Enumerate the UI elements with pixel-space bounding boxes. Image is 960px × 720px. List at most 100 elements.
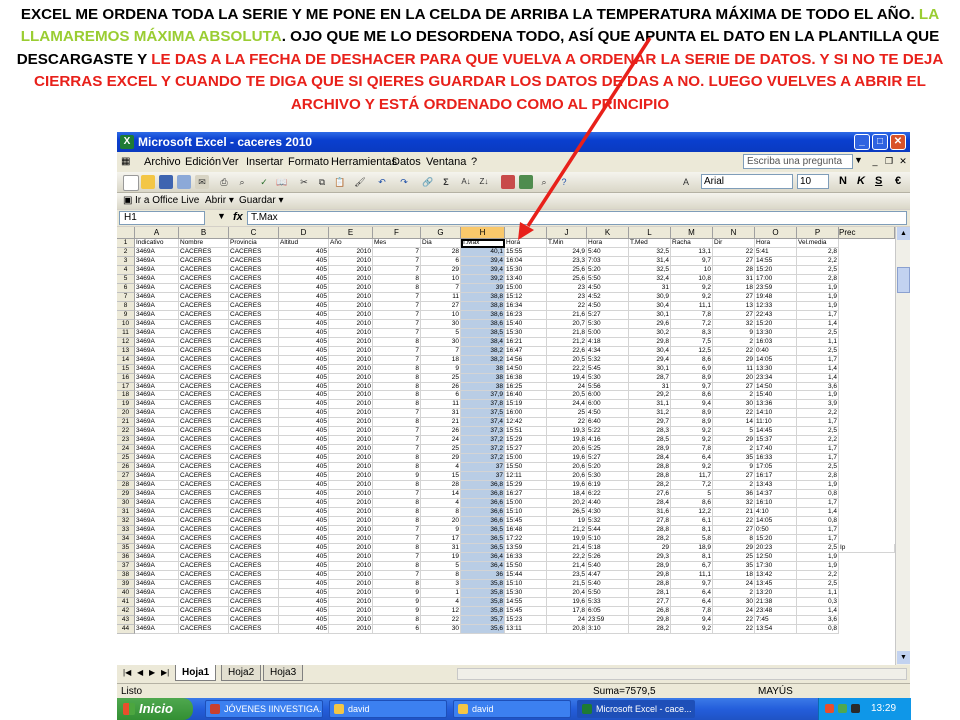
- cell[interactable]: 11,1: [671, 570, 713, 580]
- row-header[interactable]: 33: [117, 526, 135, 535]
- cell[interactable]: 21: [421, 418, 461, 428]
- formula-input[interactable]: T.Max: [247, 211, 907, 225]
- cell[interactable]: 3: [421, 579, 461, 589]
- cell[interactable]: 7: [373, 427, 421, 437]
- cell[interactable]: 35: [713, 454, 755, 464]
- row-header[interactable]: 23: [117, 436, 135, 446]
- cell[interactable]: 3469A: [135, 283, 179, 293]
- print-preview-icon[interactable]: ⌕: [235, 175, 249, 189]
- cell[interactable]: 28,8: [629, 526, 671, 535]
- cell[interactable]: 13:40: [505, 274, 547, 284]
- cell[interactable]: 2010: [329, 499, 373, 509]
- cell[interactable]: 16:34: [505, 301, 547, 311]
- cell[interactable]: CÁCERES: [179, 274, 229, 284]
- cell[interactable]: 3469A: [135, 391, 179, 401]
- cell[interactable]: CÁCERES: [179, 535, 229, 544]
- cell[interactable]: 405: [279, 481, 329, 491]
- cell[interactable]: 15:20: [755, 535, 797, 544]
- cell[interactable]: 8: [373, 391, 421, 401]
- cell[interactable]: 24,9: [547, 247, 587, 257]
- cell[interactable]: 19,9: [547, 535, 587, 544]
- row-header[interactable]: 3: [117, 256, 135, 266]
- bold-button[interactable]: N: [839, 175, 847, 187]
- column-header-i[interactable]: I: [505, 227, 547, 239]
- column-header-n[interactable]: N: [713, 227, 755, 239]
- cell[interactable]: 30,1: [629, 364, 671, 374]
- cell[interactable]: CÁCERES: [179, 436, 229, 446]
- cell[interactable]: 36,6: [461, 508, 505, 518]
- row-header[interactable]: 40: [117, 588, 135, 598]
- cell[interactable]: 15:50: [505, 463, 547, 473]
- cell[interactable]: 36,8: [461, 481, 505, 491]
- email-icon[interactable]: ✉: [195, 175, 209, 189]
- cell[interactable]: 8: [713, 535, 755, 544]
- cell[interactable]: 2010: [329, 535, 373, 544]
- cell[interactable]: 7: [373, 346, 421, 356]
- column-header-l[interactable]: L: [629, 227, 671, 239]
- cell[interactable]: CÁCERES: [179, 445, 229, 455]
- cell[interactable]: CÁCERES: [179, 570, 229, 580]
- volume-icon[interactable]: [851, 704, 860, 713]
- cell[interactable]: 3469A: [135, 247, 179, 257]
- cell[interactable]: 3469A: [135, 552, 179, 562]
- cell[interactable]: 26: [421, 382, 461, 392]
- cell[interactable]: 19,4: [547, 373, 587, 383]
- cell[interactable]: 15:27: [505, 445, 547, 455]
- scroll-down-icon[interactable]: ▼: [897, 651, 910, 664]
- cell[interactable]: 2,2: [797, 436, 839, 446]
- cell[interactable]: CÁCERES: [179, 319, 229, 329]
- cell[interactable]: 2010: [329, 490, 373, 500]
- tab-hoja2[interactable]: Hoja2: [221, 665, 262, 681]
- scroll-up-icon[interactable]: ▲: [897, 227, 910, 240]
- cell[interactable]: 5: [713, 427, 755, 437]
- cell[interactable]: 22: [713, 517, 755, 527]
- cell[interactable]: 8: [373, 517, 421, 527]
- cell[interactable]: 19: [547, 517, 587, 527]
- cell[interactable]: 405: [279, 364, 329, 374]
- cell[interactable]: 38,8: [461, 301, 505, 311]
- cell[interactable]: 17:22: [505, 535, 547, 544]
- cell[interactable]: CÁCERES: [179, 283, 229, 293]
- prev-sheet-icon[interactable]: ◀: [137, 668, 143, 677]
- cell[interactable]: 9: [713, 463, 755, 473]
- chevron-down-icon[interactable]: ▼: [217, 211, 226, 221]
- cell[interactable]: 21,4: [547, 543, 587, 553]
- cell[interactable]: 4:50: [587, 409, 629, 419]
- cell[interactable]: 29,8: [629, 337, 671, 347]
- cell[interactable]: 12:11: [505, 472, 547, 482]
- cell[interactable]: 15:45: [505, 606, 547, 616]
- cell[interactable]: 22,6: [547, 346, 587, 356]
- cell[interactable]: 20: [713, 373, 755, 383]
- cell[interactable]: 8: [373, 364, 421, 374]
- cell[interactable]: 16:21: [505, 337, 547, 347]
- cell[interactable]: 13,1: [671, 247, 713, 257]
- drawing-icon[interactable]: [519, 175, 533, 189]
- cell[interactable]: 3469A: [135, 274, 179, 284]
- cell[interactable]: CACERES: [229, 445, 279, 455]
- close-icon[interactable]: ✕: [890, 134, 906, 150]
- cell[interactable]: 23:34: [755, 373, 797, 383]
- cell[interactable]: 6,4: [671, 454, 713, 464]
- cell[interactable]: 15:10: [505, 508, 547, 518]
- cell[interactable]: 8: [373, 481, 421, 491]
- cell[interactable]: 3469A: [135, 292, 179, 302]
- cell[interactable]: 5: [671, 490, 713, 500]
- cell[interactable]: 8,9: [671, 373, 713, 383]
- cell[interactable]: 405: [279, 355, 329, 365]
- cell[interactable]: 22,2: [547, 552, 587, 562]
- cell[interactable]: Hora: [505, 239, 547, 248]
- cell[interactable]: 20,7: [547, 319, 587, 329]
- row-header[interactable]: 8: [117, 301, 135, 311]
- cell[interactable]: 8: [373, 283, 421, 293]
- cell[interactable]: 8: [373, 615, 421, 625]
- cell[interactable]: 28,9: [629, 445, 671, 455]
- cell[interactable]: 18: [713, 283, 755, 293]
- cell[interactable]: 2010: [329, 292, 373, 302]
- cell[interactable]: 3469A: [135, 355, 179, 365]
- cell[interactable]: 9,7: [671, 579, 713, 589]
- row-header[interactable]: 29: [117, 490, 135, 500]
- open-button[interactable]: Abrir ▾: [205, 195, 234, 206]
- cell[interactable]: 37,8: [461, 400, 505, 410]
- cell[interactable]: 31: [713, 274, 755, 284]
- cell[interactable]: 7: [373, 247, 421, 257]
